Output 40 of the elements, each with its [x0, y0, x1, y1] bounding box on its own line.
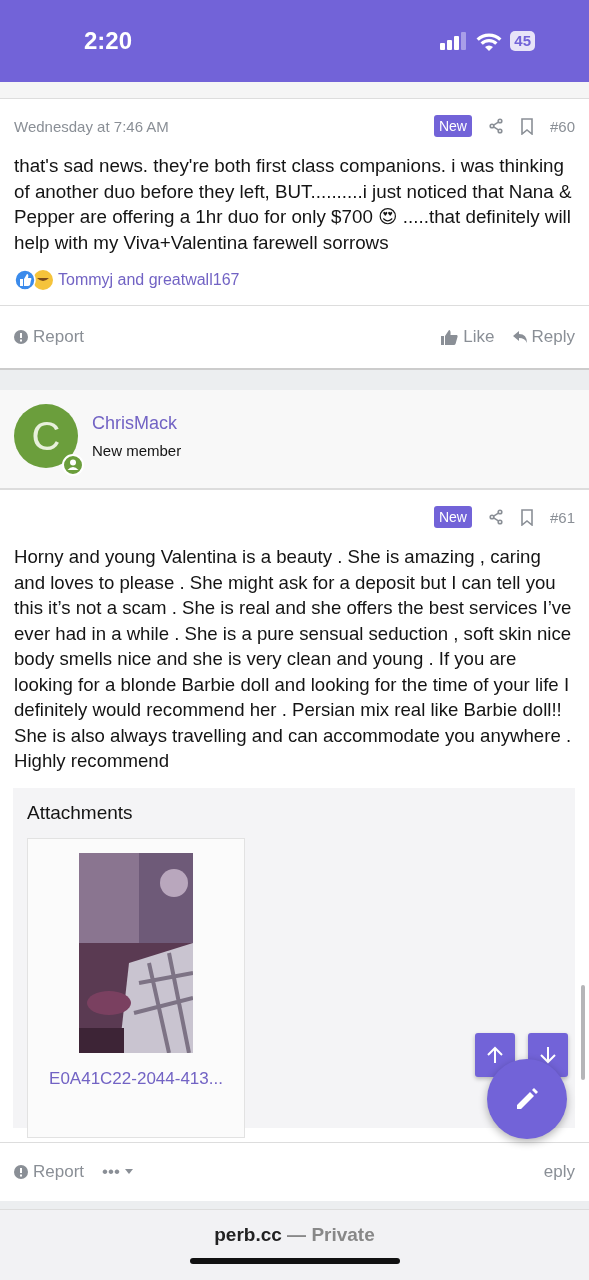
post-text: that's sad news. they're both first class companions. i was thinking of another duo before they left, BUT..........i just noticed that Nana & Pepper are offering a 1hr duo for only $700 😍 .....that definitely will help with my Viva+Valentina farewell sorrows	[14, 154, 573, 255]
arrow-up-icon	[486, 1045, 504, 1064]
share-icon[interactable]	[487, 118, 504, 134]
reaction-icons	[14, 269, 54, 291]
post-text: Horny and young Valentina is a beauty . She is amazing , caring and loves to please . She might ask for a deposit but I can tell you this it’s not a scam . She is real and she offers the best services I’ve ever had in a while . She is a pure sensual seduction , soft skin nice body smells nice and she is very clean and young . If you are looking for a blonde Barbie doll and looking for the time of your life I definitely would recommend her . Persian mix real like Barbie doll!! She is also always travelling and can accommodate you anywhere . Highly recommend	[14, 545, 573, 773]
caret-icon	[124, 1169, 133, 1174]
new-badge: New	[433, 115, 472, 137]
member-status-icon	[62, 454, 84, 476]
report-button[interactable]: Report	[14, 1161, 85, 1182]
signal-icon	[440, 32, 469, 50]
arrow-down-icon	[539, 1045, 557, 1064]
post-date: Wednesday at 7:46 AM	[14, 117, 170, 135]
report-button[interactable]: Report	[14, 327, 85, 347]
new-badge: New	[433, 506, 472, 528]
bookmark-icon[interactable]	[519, 508, 534, 526]
reply-button[interactable]: eply	[543, 1161, 575, 1182]
browsing-mode: — Private	[287, 1224, 375, 1245]
alert-icon	[14, 1164, 28, 1179]
author-name[interactable]: ChrisMack	[92, 413, 182, 434]
more-button[interactable]: •••	[102, 1161, 133, 1182]
reply-arrow-icon	[512, 331, 527, 343]
post-number[interactable]: #61	[549, 508, 575, 526]
attachment-card[interactable]: E0A41C22-2044-413...	[27, 837, 245, 1138]
share-icon[interactable]	[487, 509, 504, 525]
site-domain[interactable]: perb.cc	[214, 1224, 282, 1245]
member-title: New member	[92, 442, 182, 459]
bookmark-icon[interactable]	[519, 117, 534, 135]
thumbs-up-icon	[441, 329, 459, 345]
post-number[interactable]: #60	[549, 117, 575, 135]
wifi-icon	[476, 31, 503, 51]
like-button[interactable]: Like	[441, 327, 495, 347]
attachments-heading: Attachments	[27, 801, 134, 824]
avatar[interactable]: C	[14, 404, 78, 468]
alert-icon	[14, 330, 28, 344]
pencil-icon	[514, 1085, 540, 1112]
reply-button[interactable]: Reply	[512, 327, 575, 347]
file-name[interactable]: E0A41C22-2044-413...	[49, 1068, 223, 1089]
reaction-names[interactable]: Tommyj and greatwall167	[58, 271, 240, 289]
clock-time: 2:20	[84, 27, 133, 55]
battery-indicator: 45	[510, 31, 535, 51]
